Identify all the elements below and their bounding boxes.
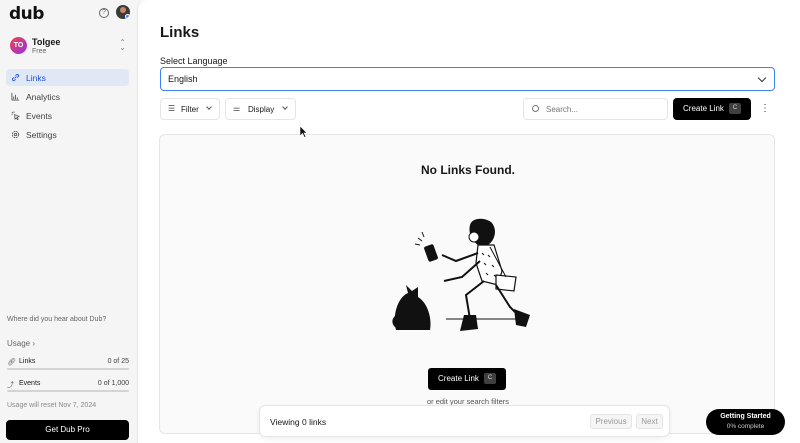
sidebar-item-links[interactable]: Links: [6, 69, 129, 86]
main-content: Links Select Language English ☰ Filter ⚌…: [137, 0, 800, 443]
sidebar-item-label: Events: [26, 111, 52, 121]
link-icon: 🔗︎: [7, 359, 16, 366]
next-page-button[interactable]: Next: [636, 414, 663, 429]
previous-page-button[interactable]: Previous: [590, 414, 632, 429]
usage-label: Events: [19, 380, 41, 387]
cursor-click-icon: ⤴︎: [7, 382, 14, 389]
filter-icon: ☰: [168, 104, 176, 113]
chevron-down-icon: [206, 104, 212, 110]
get-pro-button[interactable]: Get Dub Pro: [6, 420, 129, 440]
sliders-icon: ⚌: [233, 104, 241, 113]
sidebar: dub ? TO Tolgee Free ⌃ ⌄ Links Analytics …: [0, 0, 137, 443]
sidebar-item-analytics[interactable]: Analytics: [6, 88, 129, 105]
viewing-count: Viewing 0 links: [270, 417, 327, 427]
create-link-button[interactable]: Create Link C: [673, 98, 751, 120]
search-icon: [532, 105, 539, 112]
usage-reset-note: Usage will reset Nov 7, 2024: [7, 402, 97, 409]
status-dot: [125, 14, 130, 19]
keyboard-shortcut: C: [484, 373, 496, 384]
woman-with-cat-illustration: [392, 218, 530, 331]
usage-title: Usage: [7, 339, 31, 348]
cursor-click-icon: [11, 111, 20, 120]
display-button[interactable]: ⚌ Display: [225, 98, 296, 120]
filter-label: Filter: [181, 105, 199, 114]
chevron-right-icon: ›: [32, 339, 36, 348]
create-link-label: Create Link: [683, 104, 724, 113]
usage-heading[interactable]: Usage ›: [7, 339, 35, 348]
workspace-name: Tolgee: [32, 37, 61, 47]
more-options-icon[interactable]: ⋮: [758, 100, 772, 118]
search-input[interactable]: [546, 103, 661, 116]
keyboard-shortcut: C: [729, 103, 741, 114]
filter-button[interactable]: ☰ Filter: [160, 98, 220, 120]
links-empty-state: No Links Found. Create Link C or edit yo…: [159, 134, 775, 434]
getting-started-title: Getting Started: [720, 413, 771, 420]
sidebar-item-label: Links: [26, 73, 46, 83]
workspace-switcher[interactable]: TO Tolgee Free ⌃ ⌄: [6, 35, 130, 57]
usage-value: 0 of 1,000: [97, 380, 129, 387]
create-link-label: Create Link: [438, 374, 479, 383]
bar-chart-icon: [11, 92, 20, 101]
chevron-up-down-icon: ⌃ ⌄: [119, 38, 126, 52]
usage-progress-bar: [7, 368, 129, 370]
display-label: Display: [248, 105, 275, 114]
search-field[interactable]: [523, 98, 668, 120]
sidebar-item-label: Analytics: [26, 92, 61, 102]
page-title: Links: [160, 24, 200, 41]
sidebar-item-settings[interactable]: Settings: [6, 126, 129, 143]
dub-logo[interactable]: dub: [9, 4, 44, 24]
workspace-plan: Free: [32, 48, 47, 55]
language-value: English: [168, 74, 198, 84]
chevron-down-icon: [757, 73, 767, 83]
language-select[interactable]: English: [160, 67, 775, 91]
chevron-down-icon: [282, 104, 288, 110]
create-link-empty-button[interactable]: Create Link C: [428, 368, 506, 390]
sidebar-item-label: Settings: [26, 130, 57, 140]
getting-started-widget[interactable]: Getting Started 0% complete: [706, 409, 785, 435]
workspace-avatar: TO: [10, 37, 27, 54]
usage-value: 0 of 25: [107, 358, 129, 365]
user-avatar[interactable]: [116, 5, 130, 19]
getting-started-progress: 0% complete: [726, 423, 765, 430]
gear-icon: [11, 130, 20, 139]
referral-prompt[interactable]: Where did you hear about Dub?: [7, 316, 106, 323]
help-circle-icon[interactable]: ?: [99, 8, 109, 18]
pagination-bar: Viewing 0 links Previous Next: [259, 405, 670, 437]
sidebar-item-events[interactable]: Events: [6, 107, 129, 124]
link-icon: [11, 73, 20, 82]
usage-label: Links: [19, 358, 36, 365]
language-label: Select Language: [160, 56, 228, 66]
usage-progress-bar: [7, 390, 129, 392]
mouse-cursor-icon: [300, 126, 308, 138]
empty-state-title: No Links Found.: [421, 163, 515, 177]
avatar-head: [120, 7, 126, 13]
